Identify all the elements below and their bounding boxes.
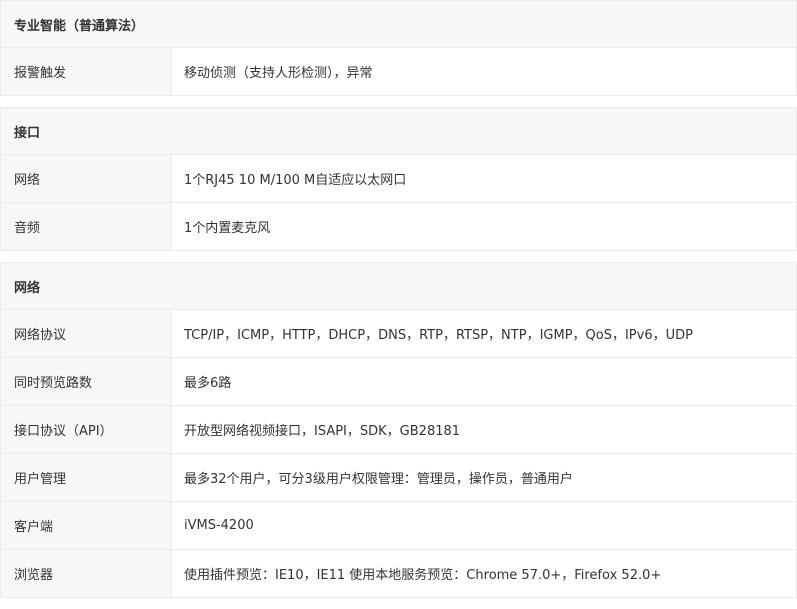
table-row: 接口协议（API） 开放型网络视频接口，ISAPI，SDK，GB28181 — [0, 406, 797, 454]
row-label: 报警触发 — [1, 48, 172, 95]
table-row: 用户管理 最多32个用户，可分3级用户权限管理：管理员，操作员，普通用户 — [0, 454, 797, 502]
section-interfaces: 接口 网络 1个RJ45 10 M/100 M自适应以太网口 音频 1个内置麦克… — [0, 107, 797, 251]
table-row: 客户端 iVMS-4200 — [0, 502, 797, 550]
table-row: 音频 1个内置麦克风 — [0, 203, 797, 251]
row-value: iVMS-4200 — [184, 518, 254, 533]
section-smart-features: 专业智能（普通算法） 报警触发 移动侦测（支持人形检测），异常 — [0, 0, 797, 96]
row-value: 移动侦测（支持人形检测），异常 — [184, 66, 373, 81]
row-value: 开放型网络视频接口，ISAPI，SDK，GB28181 — [184, 424, 461, 439]
section-header: 接口 — [0, 107, 797, 155]
row-label: 用户管理 — [1, 454, 172, 501]
table-row: 报警触发 移动侦测（支持人形检测），异常 — [0, 48, 797, 96]
row-label: 客户端 — [1, 502, 172, 549]
row-value: 最多6路 — [184, 376, 232, 391]
spec-table: 专业智能（普通算法） 报警触发 移动侦测（支持人形检测），异常 接口 网络 1个… — [0, 0, 797, 609]
row-label: 浏览器 — [1, 550, 172, 597]
row-value: 最多32个用户，可分3级用户权限管理：管理员，操作员，普通用户 — [184, 472, 573, 487]
row-label: 网络 — [1, 155, 172, 202]
row-value: 使用插件预览：IE10，IE11 使用本地服务预览：Chrome 57.0+，F… — [184, 568, 662, 583]
row-value: 1个内置麦克风 — [184, 221, 271, 236]
table-row: 网络 1个RJ45 10 M/100 M自适应以太网口 — [0, 155, 797, 203]
row-label: 网络协议 — [1, 310, 172, 357]
row-value: 1个RJ45 10 M/100 M自适应以太网口 — [184, 173, 407, 188]
section-network: 网络 网络协议 TCP/IP，ICMP，HTTP，DHCP，DNS，RTP，RT… — [0, 262, 797, 598]
row-label: 音频 — [1, 203, 172, 250]
table-row: 浏览器 使用插件预览：IE10，IE11 使用本地服务预览：Chrome 57.… — [0, 550, 797, 598]
row-label: 同时预览路数 — [1, 358, 172, 405]
table-row: 同时预览路数 最多6路 — [0, 358, 797, 406]
table-row: 网络协议 TCP/IP，ICMP，HTTP，DHCP，DNS，RTP，RTSP，… — [0, 310, 797, 358]
section-header: 网络 — [0, 262, 797, 310]
row-label: 接口协议（API） — [1, 406, 172, 453]
section-header: 专业智能（普通算法） — [0, 0, 797, 48]
row-value: TCP/IP，ICMP，HTTP，DHCP，DNS，RTP，RTSP，NTP，I… — [184, 328, 693, 343]
